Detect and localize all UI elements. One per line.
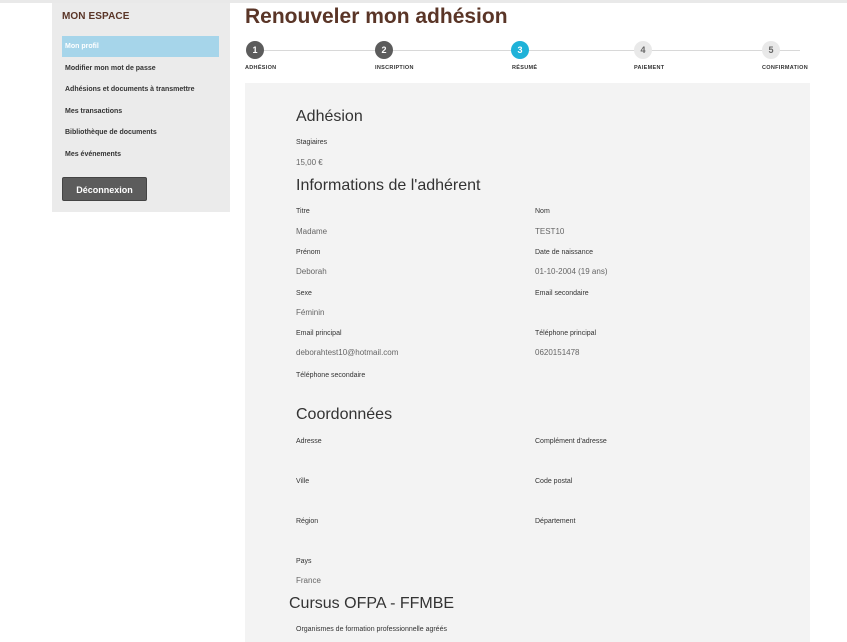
step-4-label: PAIEMENT	[634, 65, 665, 71]
step-5-circle: 5	[762, 41, 780, 59]
telephone-secondaire-label: Téléphone secondaire	[296, 372, 366, 379]
cursus-heading: Cursus OFPA - FFMBE	[289, 595, 455, 612]
sidebar-item-mes-evenements[interactable]: Mes événements	[62, 144, 219, 165]
departement-label: Département	[535, 518, 576, 525]
step-3-circle: 3	[511, 41, 529, 59]
email-principal-label: Email principal	[296, 330, 342, 337]
prenom-label: Prénom	[296, 249, 321, 256]
member-heading: Informations de l'adhérent	[296, 177, 481, 194]
logout-button[interactable]: Déconnexion	[62, 177, 147, 201]
sexe-value: Féminin	[296, 308, 325, 317]
step-2-circle: 2	[375, 41, 393, 59]
nom-value: TEST10	[535, 227, 565, 236]
sexe-label: Sexe	[296, 290, 312, 297]
step-1-circle: 1	[246, 41, 264, 59]
sidebar-item-mon-profil[interactable]: Mon profil	[62, 36, 219, 57]
progress-stepper: 1 ADHÉSION 2 INSCRIPTION 3 RÉSUMÉ 4 PAIE…	[245, 41, 810, 73]
sidebar-title: MON ESPACE	[62, 11, 130, 22]
adhesion-price: 15,00 €	[296, 158, 323, 167]
organismes-formation-label: Organismes de formation professionnelle …	[296, 626, 447, 633]
sidebar-item-adhesions-documents[interactable]: Adhésions et documents à transmettre	[62, 79, 219, 100]
code-postal-label: Code postal	[535, 478, 573, 485]
adhesion-category: Stagiaires	[296, 139, 328, 146]
ville-label: Ville	[296, 478, 310, 485]
sidebar: MON ESPACE Mon profil Modifier mon mot d…	[52, 3, 230, 212]
pays-label: Pays	[296, 558, 312, 565]
email-principal-value: deborahtest10@hotmail.com	[296, 348, 399, 357]
email-secondaire-label: Email secondaire	[535, 290, 589, 297]
sidebar-item-bibliotheque-documents[interactable]: Bibliothèque de documents	[62, 122, 219, 143]
prenom-value: Deborah	[296, 267, 327, 276]
step-2-label: INSCRIPTION	[375, 65, 414, 71]
naissance-value: 01-10-2004 (19 ans)	[535, 267, 608, 276]
titre-value: Madame	[296, 227, 328, 236]
telephone-principal-value: 0620151478	[535, 348, 580, 357]
adresse-label: Adresse	[296, 438, 322, 445]
step-5-label: CONFIRMATION	[762, 65, 808, 71]
titre-label: Titre	[296, 208, 310, 215]
step-3-label: RÉSUMÉ	[512, 65, 538, 71]
summary-panel: Adhésion Stagiaires 15,00 € Informations…	[245, 83, 810, 642]
telephone-principal-label: Téléphone principal	[535, 330, 597, 337]
complement-adresse-label: Complément d'adresse	[535, 438, 607, 445]
sidebar-item-mes-transactions[interactable]: Mes transactions	[62, 101, 219, 122]
coordonnees-heading: Coordonnées	[296, 406, 393, 423]
region-label: Région	[296, 518, 319, 525]
pays-value: France	[296, 576, 321, 585]
page-title: Renouveler mon adhésion	[245, 5, 508, 28]
step-1-label: ADHÉSION	[245, 65, 277, 71]
naissance-label: Date de naissance	[535, 249, 593, 256]
nom-label: Nom	[535, 208, 550, 215]
sidebar-item-modifier-mot-de-passe[interactable]: Modifier mon mot de passe	[62, 58, 219, 79]
adhesion-heading: Adhésion	[296, 108, 363, 125]
step-4-circle: 4	[634, 41, 652, 59]
